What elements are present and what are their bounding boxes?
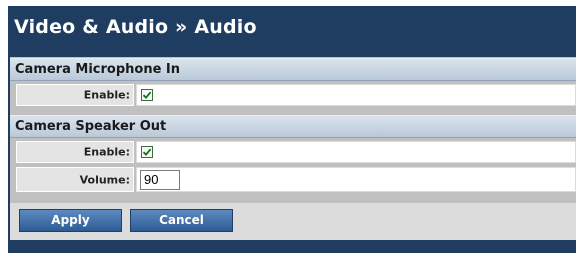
- speaker-enable-label: Enable:: [83, 145, 130, 159]
- row-speaker-enable: Enable:: [10, 139, 576, 165]
- row-speaker-volume: Volume: 90: [10, 165, 576, 194]
- section-header-microphone: Camera Microphone In: [10, 58, 576, 81]
- checkmark-icon: [142, 91, 152, 99]
- row-microphone-enable: Enable:: [10, 82, 576, 108]
- value-cell: 90: [136, 167, 576, 192]
- page-title: Video & Audio » Audio: [14, 16, 257, 38]
- section-title-speaker: Camera Speaker Out: [15, 119, 167, 134]
- section-title-microphone: Camera Microphone In: [15, 62, 181, 77]
- microphone-enable-checkbox[interactable]: [141, 89, 153, 101]
- volume-label: Volume:: [79, 173, 130, 186]
- audio-settings-page: Video & Audio » Audio Camera Microphone …: [0, 0, 576, 253]
- microphone-enable-label: Enable:: [83, 88, 130, 102]
- volume-input[interactable]: 90: [140, 170, 180, 190]
- label-cell: Volume:: [16, 167, 134, 192]
- button-bar: Apply Cancel: [10, 203, 576, 240]
- value-cell: [136, 84, 576, 106]
- checkmark-icon: [142, 148, 152, 156]
- value-cell: [136, 141, 576, 163]
- apply-button[interactable]: Apply: [19, 209, 122, 232]
- label-cell: Enable:: [16, 84, 134, 106]
- section-header-speaker: Camera Speaker Out: [10, 115, 576, 138]
- label-cell: Enable:: [16, 141, 134, 163]
- cancel-button[interactable]: Cancel: [130, 209, 233, 232]
- speaker-enable-checkbox[interactable]: [141, 146, 153, 158]
